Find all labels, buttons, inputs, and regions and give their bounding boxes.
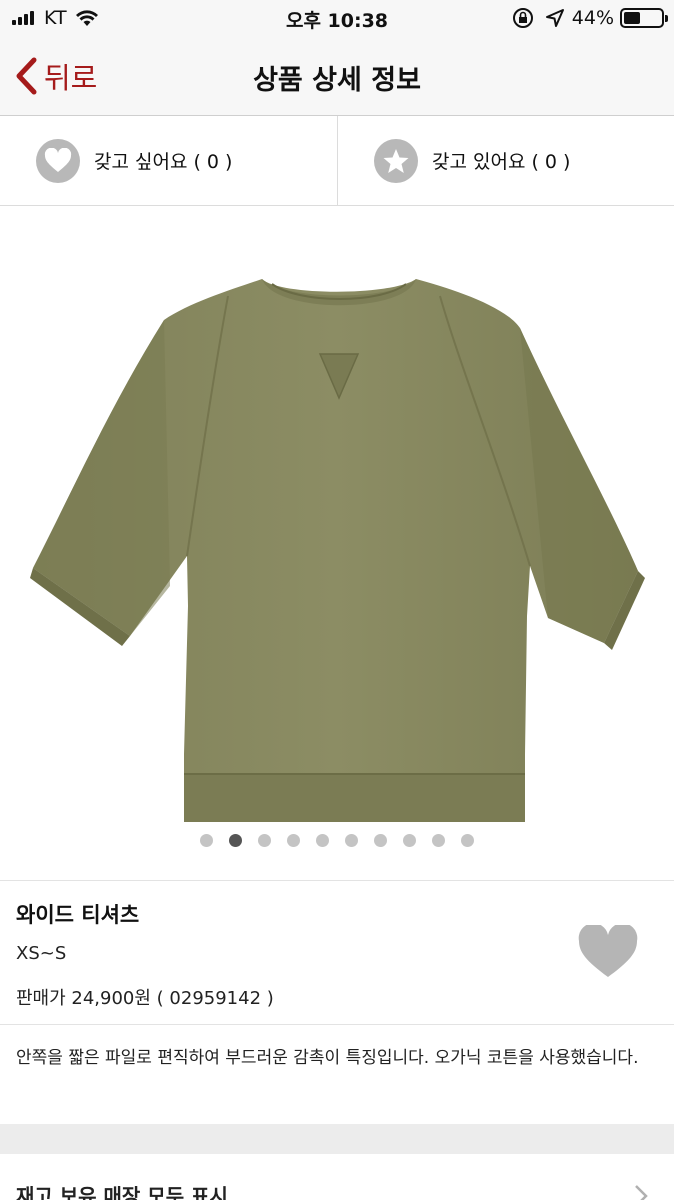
star-icon xyxy=(374,138,418,183)
carousel-dot[interactable] xyxy=(200,834,213,847)
rotation-lock-icon xyxy=(512,8,533,28)
heart-icon xyxy=(36,138,80,183)
chevron-left-icon xyxy=(16,57,37,95)
carousel-dot[interactable] xyxy=(374,834,387,847)
have-label: 갖고 있어요 ( 0 ) xyxy=(432,151,571,173)
status-bar: KT 오후 10:38 44% xyxy=(0,0,674,38)
stock-stores-label: 재고 보유 매장 모두 표시 xyxy=(16,1184,228,1200)
carousel-dot[interactable] xyxy=(258,834,271,847)
have-button[interactable]: 갖고 있어요 ( 0 ) xyxy=(337,116,674,205)
carousel-dot[interactable] xyxy=(461,834,474,847)
status-right: 44% xyxy=(512,6,668,30)
stock-stores-row[interactable]: 재고 보유 매장 모두 표시 xyxy=(0,1154,674,1200)
carousel-dot[interactable] xyxy=(229,834,242,847)
battery-level xyxy=(624,12,640,24)
nav-bar: 뒤로 상품 상세 정보 xyxy=(0,38,674,116)
back-button[interactable]: 뒤로 xyxy=(14,56,97,96)
location-arrow-icon xyxy=(545,9,564,27)
image-carousel-dots xyxy=(0,834,674,847)
page-title: 상품 상세 정보 xyxy=(253,65,421,96)
carousel-dot[interactable] xyxy=(403,834,416,847)
product-name: 와이드 티셔츠 xyxy=(16,903,140,927)
want-button[interactable]: 갖고 싶어요 ( 0 ) xyxy=(0,116,337,205)
battery-icon xyxy=(620,8,668,28)
chevron-right-icon xyxy=(635,1185,648,1200)
favorite-heart-icon[interactable] xyxy=(578,925,638,979)
wishlist-row: 갖고 싶어요 ( 0 ) 갖고 있어요 ( 0 ) xyxy=(0,116,674,206)
product-price: 판매가 24,900원 ( 02959142 ) xyxy=(16,988,274,1009)
battery-percent: 44% xyxy=(571,7,614,29)
product-image[interactable] xyxy=(0,206,674,822)
carousel-dot[interactable] xyxy=(316,834,329,847)
carousel-dot[interactable] xyxy=(432,834,445,847)
carousel-dot[interactable] xyxy=(345,834,358,847)
carousel-dot[interactable] xyxy=(287,834,300,847)
section-divider xyxy=(0,1124,674,1154)
product-info: 와이드 티셔츠 XS~S 판매가 24,900원 ( 02959142 ) xyxy=(0,880,674,1025)
want-label: 갖고 싶어요 ( 0 ) xyxy=(94,151,233,173)
back-label: 뒤로 xyxy=(44,61,98,95)
product-size: XS~S xyxy=(16,943,67,964)
product-description: 안쪽을 짧은 파일로 편직하여 부드러운 감촉이 특징입니다. 오가닉 코튼을 … xyxy=(16,1048,639,1068)
